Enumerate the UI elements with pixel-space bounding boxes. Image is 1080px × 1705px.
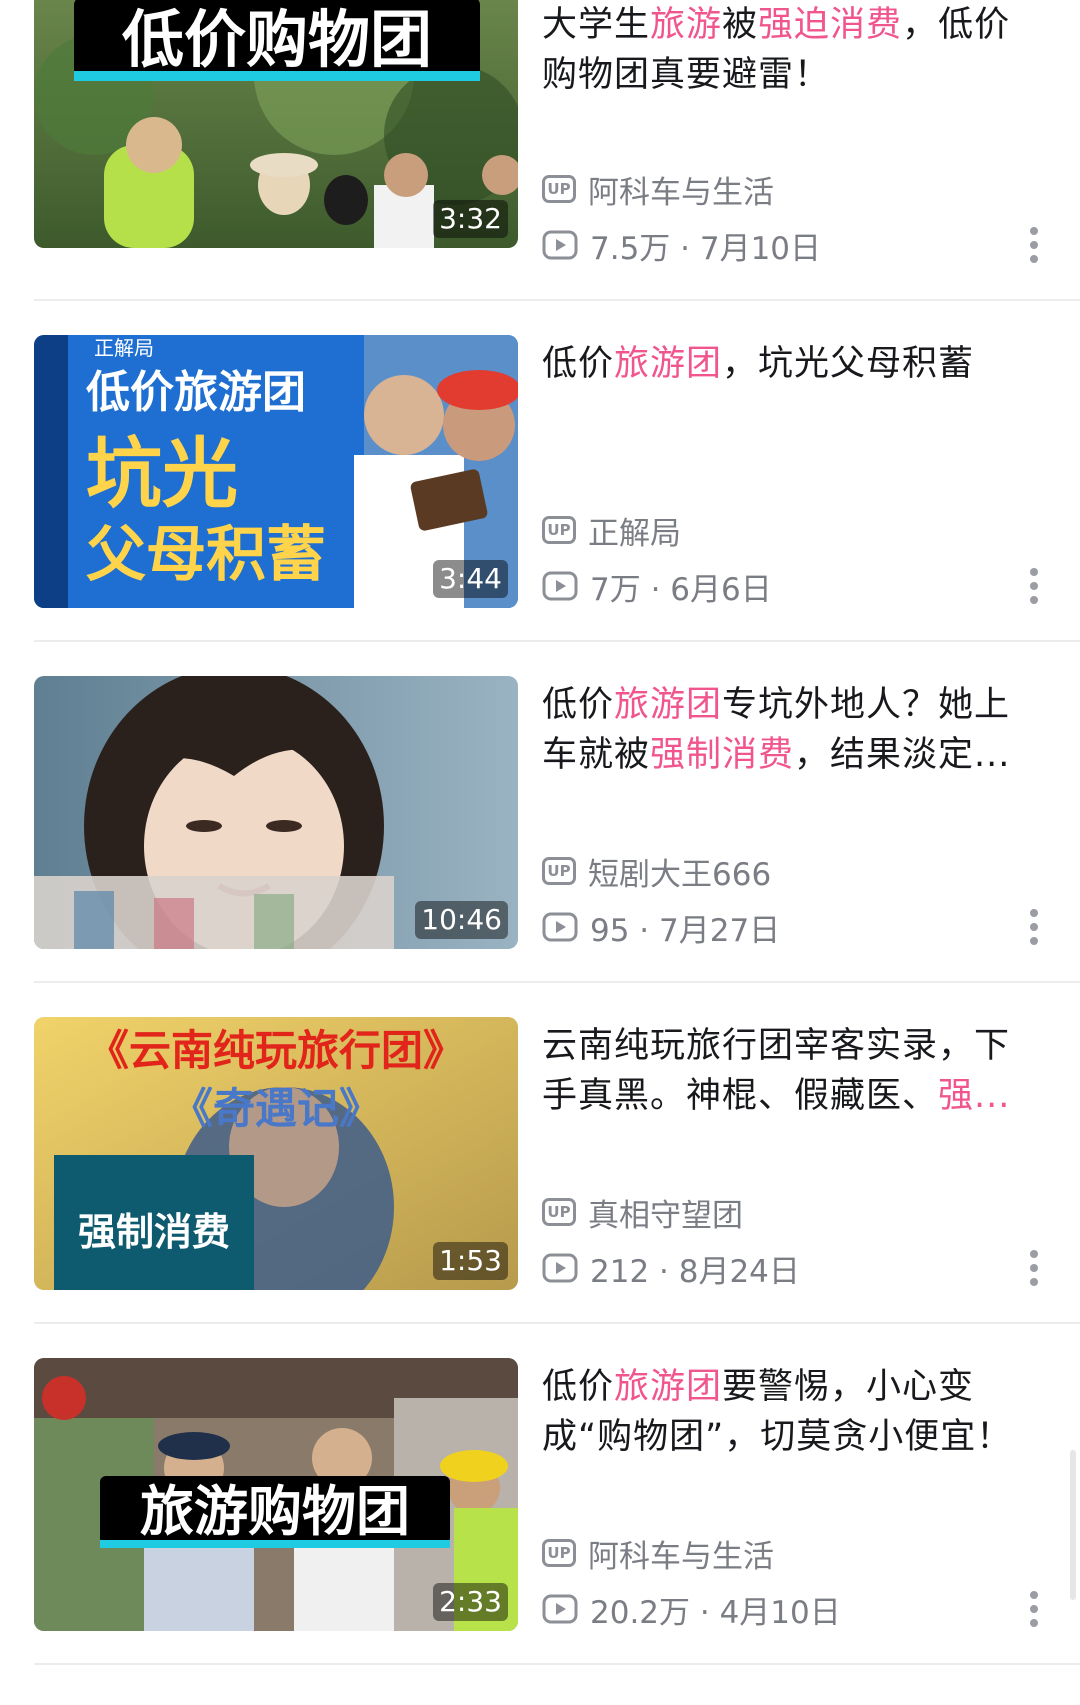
uploader-name: 短剧大王666 bbox=[588, 856, 772, 893]
video-thumbnail[interactable]: 10:46 bbox=[34, 676, 518, 949]
divider bbox=[34, 640, 1080, 642]
video-title[interactable]: 低价旅游团专坑外地人？她上车就被强制消费，结果淡定... bbox=[542, 680, 1032, 780]
thumbnail-text: 正解局 bbox=[94, 336, 154, 360]
title-highlight: 旅游 bbox=[650, 5, 723, 45]
play-icon bbox=[542, 1253, 578, 1283]
more-vertical-icon[interactable] bbox=[1028, 566, 1040, 606]
video-duration: 3:44 bbox=[433, 560, 508, 598]
title-highlight: 旅游团 bbox=[614, 685, 723, 725]
view-count-date: 212 · 8月24日 bbox=[590, 1253, 800, 1290]
title-highlight: 强... bbox=[938, 1076, 1011, 1116]
title-segment: 大学生 bbox=[542, 5, 651, 45]
title-segment: 低价 bbox=[542, 685, 615, 725]
title-segment: 被 bbox=[722, 5, 759, 45]
uploader-name: 真相守望团 bbox=[588, 1197, 743, 1234]
play-icon bbox=[542, 1594, 578, 1624]
divider bbox=[34, 299, 1080, 301]
uploader-row[interactable]: UP 阿科车与生活 bbox=[542, 167, 774, 211]
more-vertical-icon[interactable] bbox=[1028, 1589, 1040, 1629]
title-segment: ，结果淡定... bbox=[794, 735, 1011, 775]
video-thumbnail[interactable]: 旅游购物团 2:33 bbox=[34, 1358, 518, 1631]
thumbnail-text: 旅游购物团 bbox=[140, 1480, 410, 1543]
up-badge-icon: UP bbox=[542, 1539, 576, 1567]
video-duration: 3:32 bbox=[433, 200, 508, 238]
thumbnail-text: 强制消费 bbox=[78, 1210, 230, 1254]
divider bbox=[34, 981, 1080, 983]
uploader-row[interactable]: UP 阿科车与生活 bbox=[542, 1531, 774, 1575]
up-badge-icon: UP bbox=[542, 857, 576, 885]
video-thumbnail[interactable]: 《云南纯玩旅行团》 《奇遇记》 强制消费 1:53 bbox=[34, 1017, 518, 1290]
uploader-name: 阿科车与生活 bbox=[588, 174, 774, 211]
video-card[interactable]: 低价购物团 3:32 大学生旅游被强迫消费，低价购物团真要避雷！ UP 阿科车与… bbox=[0, 0, 1080, 341]
video-title[interactable]: 低价旅游团要警惕，小心变成“购物团”，切莫贪小便宜！ bbox=[542, 1362, 1032, 1462]
title-highlight: 强制消费 bbox=[650, 735, 795, 775]
video-thumbnail[interactable]: 低价购物团 3:32 bbox=[34, 0, 518, 248]
play-icon bbox=[542, 230, 578, 260]
stats-row: 7万 · 6月6日 bbox=[542, 564, 772, 608]
video-card[interactable]: 正解局 低价旅游团 坑光 父母积蓄 3:44 低价旅游团，坑光父母积蓄 UP 正… bbox=[0, 335, 1080, 682]
video-title[interactable]: 大学生旅游被强迫消费，低价购物团真要避雷！ bbox=[542, 0, 1032, 100]
up-badge-icon: UP bbox=[542, 1198, 576, 1226]
more-vertical-icon[interactable] bbox=[1028, 907, 1040, 947]
up-badge-icon: UP bbox=[542, 175, 576, 203]
view-count-date: 7万 · 6月6日 bbox=[590, 571, 772, 608]
video-title[interactable]: 云南纯玩旅行团宰客实录，下手真黑。神棍、假藏医、强... bbox=[542, 1021, 1032, 1121]
video-title[interactable]: 低价旅游团，坑光父母积蓄 bbox=[542, 339, 1032, 389]
stats-row: 95 · 7月27日 bbox=[542, 905, 780, 949]
play-icon bbox=[542, 571, 578, 601]
thumbnail-text: 《云南纯玩旅行团》 bbox=[87, 1026, 465, 1075]
uploader-name: 阿科车与生活 bbox=[588, 1538, 774, 1575]
video-duration: 10:46 bbox=[415, 901, 508, 939]
thumbnail-text: 《奇遇记》 bbox=[171, 1084, 381, 1133]
view-count-date: 7.5万 · 7月10日 bbox=[590, 230, 822, 267]
more-vertical-icon[interactable] bbox=[1028, 225, 1040, 265]
uploader-name: 正解局 bbox=[588, 515, 681, 552]
video-duration: 2:33 bbox=[433, 1583, 508, 1621]
more-vertical-icon[interactable] bbox=[1028, 1248, 1040, 1288]
video-card[interactable]: 《云南纯玩旅行团》 《奇遇记》 强制消费 1:53 云南纯玩旅行团宰客实录，下手… bbox=[0, 1017, 1080, 1364]
uploader-row[interactable]: UP 正解局 bbox=[542, 508, 681, 552]
stats-row: 7.5万 · 7月10日 bbox=[542, 223, 821, 267]
scrollbar-thumb[interactable] bbox=[1070, 1450, 1076, 1600]
uploader-row[interactable]: UP 短剧大王666 bbox=[542, 849, 771, 893]
title-highlight: 旅游团 bbox=[614, 1367, 723, 1407]
up-badge-icon: UP bbox=[542, 516, 576, 544]
thumbnail-text: 低价旅游团 bbox=[86, 367, 306, 418]
title-highlight: 旅游团 bbox=[614, 344, 723, 384]
video-results-list: 低价购物团 3:32 大学生旅游被强迫消费，低价购物团真要避雷！ UP 阿科车与… bbox=[0, 0, 1080, 1688]
video-duration: 1:53 bbox=[433, 1242, 508, 1280]
video-thumbnail[interactable]: 正解局 低价旅游团 坑光 父母积蓄 3:44 bbox=[34, 335, 518, 608]
thumbnail-text: 父母积蓄 bbox=[86, 520, 326, 590]
video-card[interactable]: 10:46 低价旅游团专坑外地人？她上车就被强制消费，结果淡定... UP 短剧… bbox=[0, 676, 1080, 1023]
video-card[interactable]: 旅游购物团 2:33 低价旅游团要警惕，小心变成“购物团”，切莫贪小便宜！ UP… bbox=[0, 1358, 1080, 1705]
thumbnail-text: 坑光 bbox=[86, 429, 238, 518]
thumbnail-text: 低价购物团 bbox=[122, 3, 432, 76]
stats-row: 20.2万 · 4月10日 bbox=[542, 1587, 841, 1631]
title-segment: ，坑光父母积蓄 bbox=[722, 344, 975, 384]
view-count-date: 20.2万 · 4月10日 bbox=[590, 1594, 841, 1631]
divider bbox=[34, 1663, 1080, 1665]
uploader-row[interactable]: UP 真相守望团 bbox=[542, 1190, 743, 1234]
title-segment: 低价 bbox=[542, 344, 615, 384]
play-icon bbox=[542, 912, 578, 942]
divider bbox=[34, 1322, 1080, 1324]
view-count-date: 95 · 7月27日 bbox=[590, 912, 781, 949]
title-segment: 低价 bbox=[542, 1367, 615, 1407]
stats-row: 212 · 8月24日 bbox=[542, 1246, 800, 1290]
title-highlight: 强迫消费 bbox=[758, 5, 903, 45]
